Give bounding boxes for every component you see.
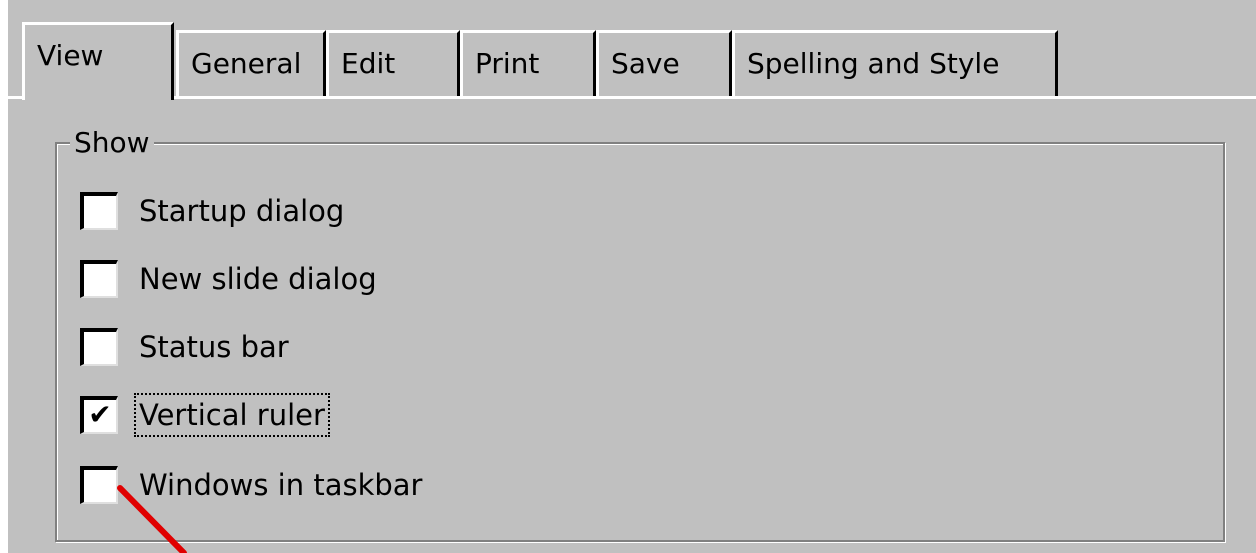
status-bar-checkbox[interactable] — [80, 328, 118, 366]
startup-dialog-option[interactable]: Startup dialog — [80, 188, 347, 234]
annotation-arrow-icon — [117, 485, 187, 553]
new-slide-dialog-checkbox[interactable] — [80, 260, 118, 298]
vertical-ruler-checkbox[interactable]: ✔ — [80, 396, 118, 434]
show-group-title: Show — [70, 126, 154, 160]
new-slide-dialog-option[interactable]: New slide dialog — [80, 256, 380, 302]
tab-edit[interactable]: Edit — [326, 30, 460, 96]
tab-spelling-and-style[interactable]: Spelling and Style — [732, 30, 1058, 96]
vertical-ruler-label: Vertical ruler — [134, 393, 330, 437]
windows-in-taskbar-checkbox[interactable] — [80, 466, 118, 504]
tab-divider — [8, 96, 1256, 99]
tab-save[interactable]: Save — [596, 30, 732, 96]
vertical-ruler-option[interactable]: ✔ Vertical ruler — [80, 392, 330, 438]
checkmark-icon: ✔ — [88, 398, 112, 431]
tab-view[interactable]: View — [22, 22, 174, 100]
new-slide-dialog-label: New slide dialog — [139, 262, 377, 296]
startup-dialog-label: Startup dialog — [139, 194, 345, 228]
startup-dialog-checkbox[interactable] — [80, 192, 118, 230]
status-bar-option[interactable]: Status bar — [80, 324, 292, 370]
status-bar-label: Status bar — [139, 330, 289, 364]
tab-print[interactable]: Print — [460, 30, 596, 96]
tab-general[interactable]: General — [176, 30, 326, 96]
